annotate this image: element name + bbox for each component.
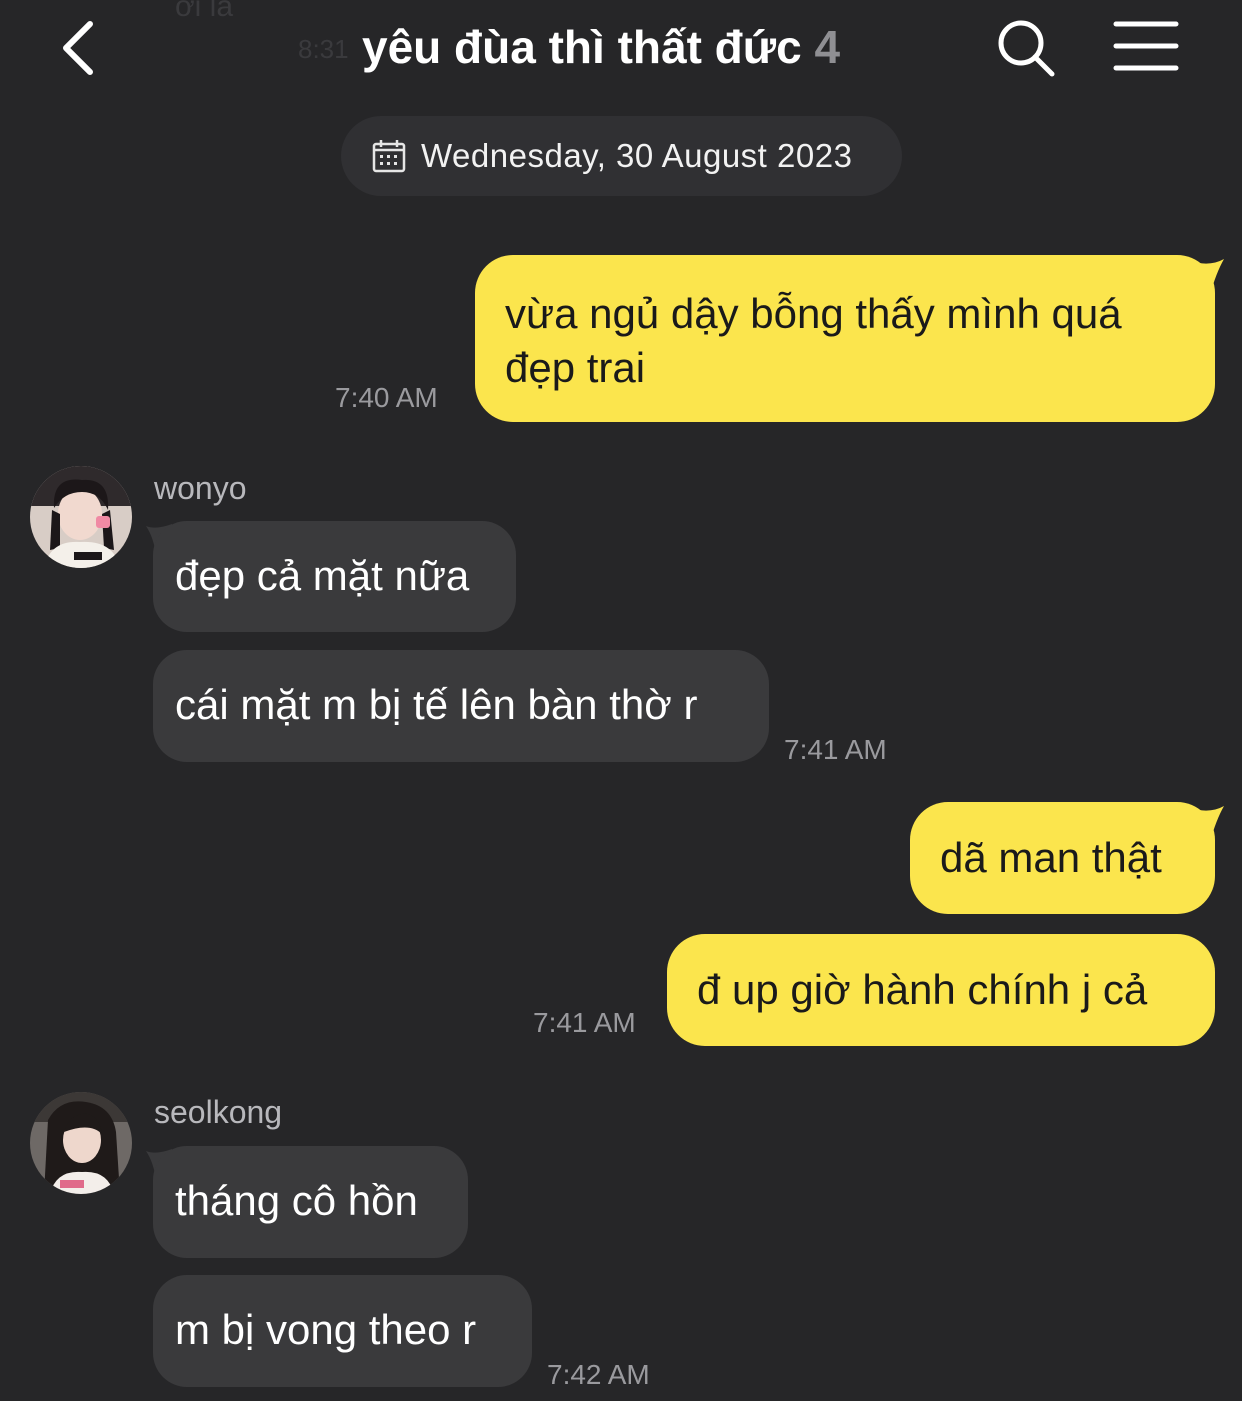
date-divider-text: Wednesday, 30 August 2023 — [421, 137, 853, 174]
date-divider: Wednesday, 30 August 2023 — [341, 116, 902, 196]
avatar-wonyo[interactable] — [30, 466, 132, 568]
message-text: cái mặt m bị tế lên bàn thờ r — [175, 681, 698, 728]
message-text: đẹp cả mặt nữa — [175, 552, 470, 599]
message-timestamp: 7:42 AM — [547, 1359, 650, 1390]
chat-title: yêu đùa thì thất đức 4 — [362, 20, 840, 74]
message-text: dã man thật — [940, 834, 1162, 881]
outgoing-message-bubble[interactable]: vừa ngủ dậy bỗng thấy mình quá đẹp trai — [475, 255, 1215, 422]
incoming-message-bubble[interactable]: cái mặt m bị tế lên bàn thờ r — [153, 650, 769, 762]
message-timestamp: 7:41 AM — [533, 1007, 636, 1038]
outgoing-message-bubble[interactable]: dã man thật — [910, 802, 1215, 914]
sender-name: seolkong — [154, 1094, 283, 1130]
back-button[interactable] — [52, 16, 112, 80]
chat-header: yêu đùa thì thất đức 4 — [0, 0, 1242, 100]
hamburger-menu-icon — [1113, 21, 1179, 71]
message-timestamp: 7:41 AM — [784, 734, 887, 765]
message-text: tháng cô hồn — [175, 1177, 418, 1224]
search-icon — [998, 20, 1055, 77]
message-text: vừa ngủ dậy bỗng thấy mình quá đẹp trai — [505, 290, 1122, 391]
sender-name: wonyo — [154, 470, 247, 506]
message-text: đ up giờ hành chính j cả — [697, 966, 1148, 1013]
member-count: 4 — [814, 21, 841, 73]
avatar-image — [30, 466, 132, 568]
message-timestamp: 7:40 AM — [335, 382, 438, 413]
incoming-message-bubble[interactable]: đẹp cả mặt nữa — [153, 521, 516, 632]
outgoing-message-bubble[interactable]: đ up giờ hành chính j cả — [667, 934, 1215, 1046]
chat-title-text: yêu đùa thì thất đức — [362, 21, 802, 73]
calendar-icon — [372, 140, 406, 173]
avatar-image — [30, 1092, 132, 1194]
avatar-seolkong[interactable] — [30, 1092, 132, 1194]
search-button[interactable] — [994, 16, 1058, 80]
menu-button[interactable] — [1112, 18, 1180, 74]
message-text: m bị vong theo r — [175, 1306, 477, 1353]
incoming-message-bubble[interactable]: m bị vong theo r — [153, 1275, 532, 1387]
incoming-message-bubble[interactable]: tháng cô hồn — [153, 1146, 468, 1258]
chevron-left-icon — [63, 21, 93, 75]
